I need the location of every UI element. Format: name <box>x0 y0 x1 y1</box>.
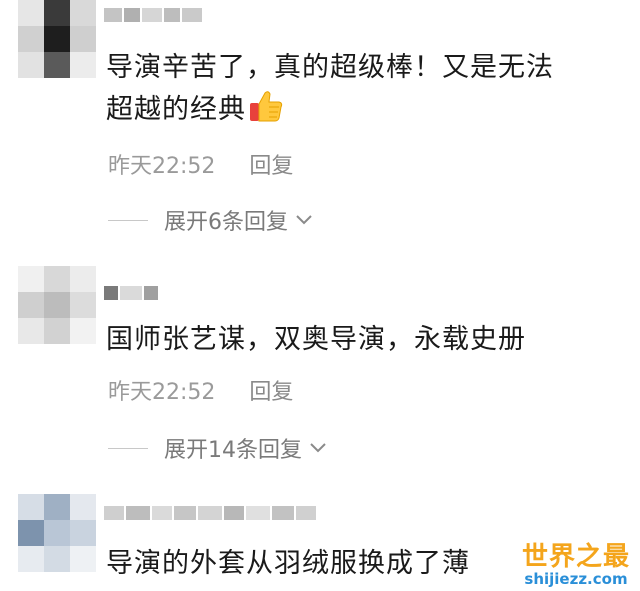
comment-text-line: 超越的经典 <box>106 88 626 136</box>
comment-meta: 昨天22:52 回复 <box>108 374 293 406</box>
watermark-title: 世界之最 <box>521 542 630 572</box>
username-blurred[interactable] <box>104 8 214 26</box>
comment-text: 国师张艺谋，双奥导演，永载史册 <box>106 320 626 360</box>
chevron-down-icon <box>308 436 328 461</box>
divider-dash <box>108 219 148 221</box>
watermark-url: shijiezz.com <box>524 570 628 588</box>
comment-item: 导演辛苦了，真的超级棒！又是无法 超越的经典 昨天22:52 回复 展开6条回复 <box>0 0 640 250</box>
comment-time: 昨天22:52 <box>108 154 216 179</box>
comment-list: 导演辛苦了，真的超级棒！又是无法 超越的经典 昨天22:52 回复 展开6条回复 <box>0 0 640 591</box>
expand-replies-label: 展开6条回复 <box>164 210 288 235</box>
comment-text-line: 导演辛苦了，真的超级棒！又是无法 <box>106 52 554 83</box>
comment-text-line: 国师张艺谋，双奥导演，永载史册 <box>106 324 526 355</box>
username-blurred[interactable] <box>104 506 364 524</box>
chevron-down-icon <box>294 208 314 233</box>
reply-button[interactable]: 回复 <box>249 154 293 179</box>
thumbs-up-icon <box>248 88 284 136</box>
expand-replies-button[interactable]: 展开14条回复 <box>108 432 328 464</box>
comment-item: 国师张艺谋，双奥导演，永载史册 昨天22:52 回复 展开14条回复 <box>0 262 640 472</box>
avatar[interactable] <box>18 266 96 344</box>
expand-replies-label: 展开14条回复 <box>164 438 302 463</box>
avatar[interactable] <box>18 0 96 78</box>
comment-meta: 昨天22:52 回复 <box>108 148 293 180</box>
site-watermark: 世界之最 shijiezz.com <box>522 543 630 587</box>
reply-button[interactable]: 回复 <box>249 380 293 405</box>
comment-text: 导演辛苦了，真的超级棒！又是无法 超越的经典 <box>106 48 626 136</box>
username-blurred[interactable] <box>104 286 174 304</box>
divider-dash <box>108 447 148 449</box>
avatar[interactable] <box>18 494 96 572</box>
expand-replies-button[interactable]: 展开6条回复 <box>108 204 314 236</box>
comment-time: 昨天22:52 <box>108 380 216 405</box>
